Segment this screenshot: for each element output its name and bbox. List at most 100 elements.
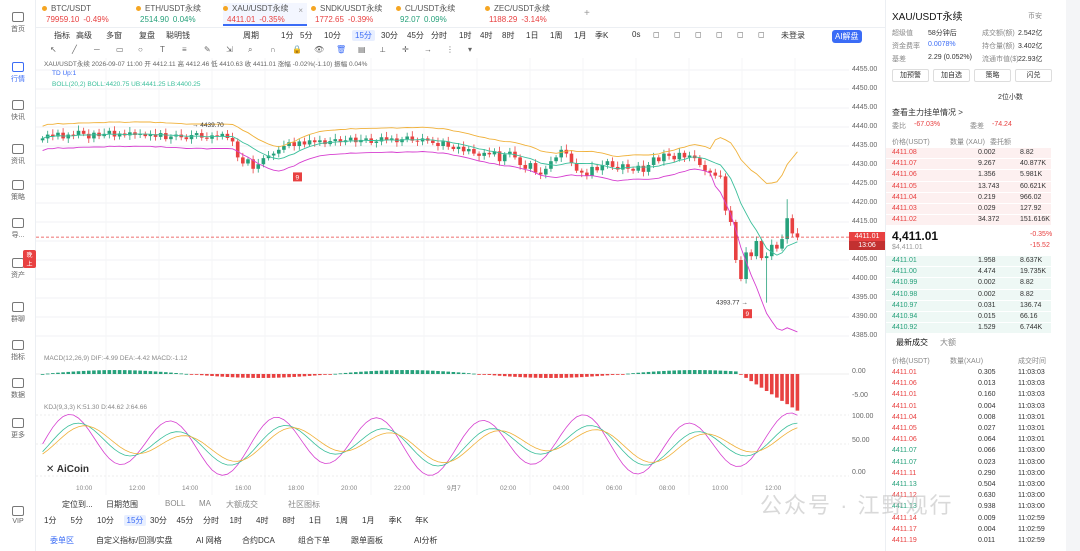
toolbar-item-10[interactable]: 30分 (381, 30, 398, 41)
toolbar-item-4[interactable]: 聪明钱 (166, 30, 190, 41)
nav-item-news[interactable]: 资讯 (0, 144, 36, 166)
hline-icon[interactable]: ─ (94, 45, 100, 54)
toolbar-item-2[interactable]: 多窗 (106, 30, 122, 41)
ruler-icon[interactable]: ⟂ (380, 45, 385, 55)
timeframe-5[interactable]: 45分 (177, 515, 194, 526)
book-row-bid[interactable]: 4410.92 1.529 6.744K (886, 323, 1051, 334)
timeframe-3[interactable]: 15分 (123, 515, 147, 526)
nav-item-home[interactable]: 首页 (0, 12, 36, 34)
circle-icon[interactable]: ○ (138, 45, 143, 54)
lock-icon[interactable]: 🔒 (292, 45, 302, 54)
timeframe-13[interactable]: 季K (389, 515, 402, 526)
book-row-ask[interactable]: 4411.02 34.372 151.616K (886, 215, 1051, 226)
toolbar-item-16[interactable]: 1日 (526, 30, 538, 41)
panel-tab-0[interactable]: 委单区 (50, 535, 74, 546)
trade-tab-0[interactable]: 最新成交 (896, 337, 928, 348)
stack-icon[interactable]: ▤ (358, 45, 366, 54)
timeframe-4[interactable]: 30分 (150, 515, 167, 526)
trash-icon[interactable]: 🗑 (336, 45, 346, 54)
toolbar-item-0[interactable]: 指标 (54, 30, 70, 41)
toolbar-item-12[interactable]: 分时 (431, 30, 447, 41)
nav-item-strategy[interactable]: 策略 (0, 180, 36, 202)
nav-item-more[interactable]: 更多 (0, 418, 36, 440)
symbol-tab[interactable]: XAU/USDT永续 4411.01 -0.35% × (223, 3, 307, 26)
toolbar-item-3[interactable]: 复盘 (139, 30, 155, 41)
book-row-ask[interactable]: 4411.08 0.002 8.82 (886, 148, 1051, 159)
book-row-bid[interactable]: 4410.94 0.015 66.16 (886, 312, 1051, 323)
nav-item-chat[interactable]: 群聊 (0, 302, 36, 324)
brush-icon[interactable]: ✎ (204, 45, 211, 54)
eye-icon[interactable]: 👁 (314, 45, 324, 54)
panel-tab-1[interactable]: 自定义指标/回测/实盘 (96, 535, 172, 546)
toolbar-item-21[interactable]: 未登录 (781, 30, 805, 41)
timeframe-6[interactable]: 分时 (203, 515, 219, 526)
symbol-tab[interactable]: SNDK/USDT永续 1772.65 -0.39% (311, 3, 393, 26)
add-tab-icon[interactable]: + (584, 8, 590, 19)
action-button-0[interactable]: 加预警 (892, 69, 929, 82)
toolbar-item-22[interactable]: AI解盘 (832, 30, 862, 43)
symbol-tab[interactable]: BTC/USDT 79959.10 -0.49% (42, 3, 124, 26)
whale-link[interactable]: 查看主力挂单情况 > (892, 107, 963, 118)
timeframe-1[interactable]: 5分 (71, 515, 83, 526)
price-chart[interactable]: XAU/USDT永续 2026-09-07 11:00 开 4412.11 高 … (36, 58, 849, 495)
pattern-icon[interactable]: ⋮ (446, 45, 454, 54)
panel-tab-3[interactable]: 合约DCA (242, 535, 275, 546)
arrow-icon[interactable]: → (424, 45, 432, 54)
book-row-ask[interactable]: 4411.03 0.029 127.92 (886, 204, 1051, 215)
book-row-bid[interactable]: 4410.99 0.002 8.82 (886, 278, 1051, 289)
bottom-option-5[interactable]: 社区图标 (288, 499, 320, 510)
symbol-tab[interactable]: ZEC/USDT永续 1188.29 -3.14% (485, 3, 567, 26)
timeframe-11[interactable]: 1周 (336, 515, 348, 526)
settings-icon[interactable]: ◻ (674, 30, 681, 39)
nav-item-vip[interactable]: VIP (0, 506, 36, 525)
timeframe-14[interactable]: 年K (415, 515, 428, 526)
measure-icon[interactable]: ⇲ (226, 45, 233, 54)
cross-icon[interactable]: ✛ (402, 45, 409, 54)
panel-tab-4[interactable]: 组合下单 (298, 535, 330, 546)
fib-icon[interactable]: ≡ (182, 45, 187, 54)
timeframe-12[interactable]: 1月 (362, 515, 374, 526)
timeframe-7[interactable]: 1时 (230, 515, 242, 526)
timeframe-0[interactable]: 1分 (44, 515, 56, 526)
panel-tab-2[interactable]: AI 网格 (196, 535, 222, 546)
cursor-icon[interactable]: ↖ (50, 45, 57, 54)
bottom-option-1[interactable]: 日期范围 (106, 499, 138, 510)
toolbar-item-1[interactable]: 高级 (76, 30, 92, 41)
fullscreen-icon[interactable]: ◻ (716, 30, 723, 39)
text-icon[interactable]: T (160, 45, 165, 54)
layout-icon[interactable]: ◻ (737, 30, 744, 39)
line-icon[interactable]: ╱ (72, 45, 77, 54)
toolbar-item-9[interactable]: 15分 (352, 30, 375, 41)
nav-item-chart[interactable]: 行情 (0, 62, 36, 84)
toolbar-item-19[interactable]: 季K (595, 30, 608, 41)
toolbar-item-14[interactable]: 4时 (480, 30, 492, 41)
chevron-down-icon[interactable]: ▾ (468, 45, 472, 54)
toolbar-item-17[interactable]: 1周 (550, 30, 562, 41)
camera-icon[interactable]: ◻ (653, 30, 660, 39)
toolbar-item-18[interactable]: 1月 (574, 30, 586, 41)
nav-item-data[interactable]: 数据 (0, 378, 36, 400)
magnet-icon[interactable]: ∩ (270, 45, 276, 54)
toolbar-item-15[interactable]: 8时 (502, 30, 514, 41)
nav-item-asset[interactable]: 资产 晚上 (0, 250, 36, 280)
action-button-2[interactable]: 策略 (974, 69, 1011, 82)
book-row-bid[interactable]: 4411.00 4.474 19.735K (886, 267, 1051, 278)
action-button-1[interactable]: 加自选 (933, 69, 970, 82)
book-row-ask[interactable]: 4411.07 9.267 40.877K (886, 159, 1051, 170)
action-button-3[interactable]: 闪兑 (1015, 69, 1052, 82)
nav-item-nav[interactable]: 导... (0, 218, 36, 240)
book-row-ask[interactable]: 4411.04 0.219 966.02 (886, 192, 1051, 203)
nav-item-indicator[interactable]: 指标 (0, 340, 36, 362)
book-row-bid[interactable]: 4410.98 0.002 8.82 (886, 289, 1051, 300)
bottom-option-2[interactable]: BOLL (165, 499, 185, 508)
timeframe-8[interactable]: 4时 (256, 515, 268, 526)
pen-icon[interactable]: ◻ (695, 30, 702, 39)
bottom-option-3[interactable]: MA (199, 499, 211, 508)
exchange-label[interactable]: 币安 (1028, 11, 1042, 21)
toolbar-item-20[interactable]: 0s (632, 30, 640, 39)
trade-tab-1[interactable]: 大额 (940, 337, 956, 348)
symbol-tab[interactable]: ETH/USDT永续 2514.90 0.04% (136, 3, 218, 26)
toolbar-item-13[interactable]: 1时 (459, 30, 471, 41)
close-tab-icon[interactable]: × (298, 5, 303, 16)
nav-item-flash[interactable]: 快讯 (0, 100, 36, 122)
